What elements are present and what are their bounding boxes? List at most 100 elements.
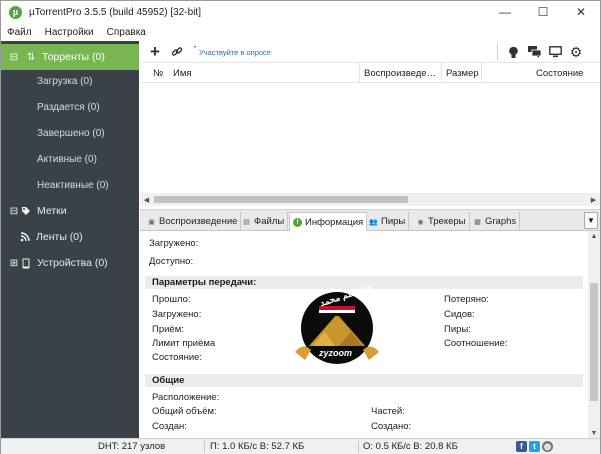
sidebar-item-devices[interactable]: ⊞ Устройства (0) <box>1 250 139 276</box>
sidebar-item-active[interactable]: Активные (0) <box>37 151 97 167</box>
tab-playback[interactable]: ▣ Воспроизведение <box>144 212 242 231</box>
tab-label: Файлы <box>254 216 285 227</box>
collapse-icon[interactable]: ⊟ <box>8 51 20 63</box>
tab-peers[interactable]: 👥 Пиры <box>366 212 410 231</box>
sidebar-item-feeds[interactable]: Ленты (0) <box>1 224 139 250</box>
scroll-down-icon[interactable]: ▼ <box>588 428 600 438</box>
state-label: Состояние: <box>152 352 203 363</box>
graph-icon: ▦ <box>474 218 481 226</box>
dht-status: DHT: 217 узлов <box>98 441 166 452</box>
sidebar-item-seeding[interactable]: Раздается (0) <box>37 99 100 115</box>
scroll-up-icon[interactable]: ▲ <box>588 231 600 241</box>
available-label: Доступно: <box>149 256 194 267</box>
status-bar: DHT: 217 узлов П: 1.0 КБ/с В: 52.7 КБ О:… <box>1 438 600 454</box>
sidebar-item-inactive[interactable]: Неактивные (0) <box>37 177 109 193</box>
device-icon <box>20 257 32 269</box>
torrent-list[interactable] <box>140 83 600 193</box>
sidebar: ⊟ ⇅ Торренты (0) Загрузка (0) Раздается … <box>1 41 139 438</box>
tag-icon <box>20 205 32 217</box>
minimize-button[interactable]: — <box>486 1 524 23</box>
tab-label: Пиры <box>381 216 406 227</box>
uploaded-label: Загружено: <box>152 309 202 320</box>
bulb-icon[interactable] <box>504 44 522 60</box>
sidebar-item-label: Торренты (0) <box>42 51 105 63</box>
maximize-button[interactable]: ☐ <box>524 1 562 23</box>
tabs-overflow-button[interactable]: ▼ <box>584 212 598 229</box>
globe-icon[interactable]: ◍ <box>542 441 553 452</box>
zyzoom-watermark-logo: هانو علم محمد zyzoom <box>289 282 385 376</box>
sidebar-item-label: Устройства (0) <box>37 257 108 269</box>
files-icon: ▤ <box>243 218 250 226</box>
scroll-right-icon[interactable]: ▶ <box>587 193 600 206</box>
download-limit-label: Лимит приёма <box>152 338 216 349</box>
elapsed-label: Прошло: <box>152 294 191 305</box>
menu-bar: Файл Настройки Справка <box>1 23 600 41</box>
ratio-label: Соотношение: <box>444 338 508 349</box>
tab-graphs[interactable]: ▦ Graphs <box>470 212 521 231</box>
window-controls: — ☐ ✕ <box>486 1 600 23</box>
column-status[interactable]: Состояние <box>532 63 600 83</box>
collapse-icon[interactable]: ⊞ <box>8 257 20 269</box>
torrent-list-header: № Имя Воспроизведе… Размер Состояние <box>140 63 600 83</box>
wasted-label: Потеряно: <box>444 294 489 305</box>
total-size-label: Общий объём: <box>152 406 217 417</box>
survey-link[interactable]: Участвуйте в опросе <box>199 48 271 57</box>
rss-icon <box>19 231 31 243</box>
info-icon: ! <box>293 218 302 227</box>
collapse-icon[interactable]: ⊟ <box>8 205 20 217</box>
column-size[interactable]: Размер <box>442 63 482 83</box>
detail-tabs: ▣ Воспроизведение ▤ Файлы ! Информация 👥… <box>140 209 600 232</box>
tab-label: Graphs <box>485 216 517 227</box>
twitter-icon[interactable]: t <box>529 441 540 452</box>
close-button[interactable]: ✕ <box>562 1 600 23</box>
created-by-label: Создано: <box>371 421 412 432</box>
monitor-icon[interactable] <box>546 44 564 60</box>
location-label: Расположение: <box>152 392 220 403</box>
tab-trackers[interactable]: ◉ Трекеры <box>413 212 470 231</box>
sidebar-item-torrents[interactable]: ⊟ ⇅ Торренты (0) <box>1 44 139 70</box>
sidebar-item-downloading[interactable]: Загрузка (0) <box>37 73 92 89</box>
sidebar-item-label: Метки <box>37 205 67 217</box>
play-icon: ▣ <box>148 218 155 226</box>
menu-settings[interactable]: Настройки <box>39 27 101 38</box>
chat-icon[interactable] <box>525 44 543 60</box>
sidebar-item-label: Ленты (0) <box>36 231 83 243</box>
tab-label: Трекеры <box>428 216 466 227</box>
created-on-label: Создан: <box>152 421 187 432</box>
gear-icon[interactable]: ⚙ <box>567 44 585 60</box>
menu-file[interactable]: Файл <box>1 27 39 38</box>
watermark-text: zyzoom <box>319 348 353 358</box>
link-icon[interactable] <box>168 44 186 60</box>
toolbar: + ” Участвуйте в опросе ⚙ <box>140 41 600 63</box>
scroll-left-icon[interactable]: ◀ <box>140 193 153 206</box>
seeds-label: Сидов: <box>444 309 475 320</box>
pieces-label: Частей: <box>371 406 405 417</box>
plus-icon[interactable]: + <box>146 42 164 61</box>
tab-files[interactable]: ▤ Файлы <box>239 212 289 231</box>
app-window: µ µTorrentPro 3.5.5 (build 45952) [32-bi… <box>0 0 601 454</box>
tab-label: Информация <box>305 217 364 228</box>
peers-icon: 👥 <box>369 218 378 226</box>
menu-help[interactable]: Справка <box>101 27 153 38</box>
sidebar-item-labels[interactable]: ⊟ Метки <box>1 198 139 224</box>
toolbar-separator <box>497 43 498 61</box>
torrent-arrows-icon: ⇅ <box>26 51 36 63</box>
column-name[interactable]: Имя <box>169 63 360 83</box>
vertical-scrollbar[interactable]: ▲ ▼ <box>588 231 600 438</box>
scrollbar-thumb[interactable] <box>590 283 598 401</box>
status-separator <box>204 441 205 453</box>
column-playback[interactable]: Воспроизведе… <box>360 63 442 83</box>
upload-status: О: 0.5 КБ/с В: 20.8 КБ <box>363 441 458 452</box>
sidebar-item-completed[interactable]: Завершено (0) <box>37 125 105 141</box>
utorrent-logo-icon: µ <box>9 5 22 19</box>
scrollbar-thumb[interactable] <box>154 196 408 203</box>
download-status: П: 1.0 КБ/с В: 52.7 КБ <box>210 441 305 452</box>
tracker-icon: ◉ <box>417 218 424 226</box>
peers-label: Пиры: <box>444 324 471 335</box>
title-bar: µ µTorrentPro 3.5.5 (build 45952) [32-bi… <box>1 1 600 23</box>
tab-info[interactable]: ! Информация <box>289 212 368 232</box>
window-title: µTorrentPro 3.5.5 (build 45952) [32-bit] <box>29 6 201 18</box>
download-speed-label: Приём: <box>152 324 184 335</box>
horizontal-scrollbar[interactable]: ◀ ▶ <box>140 193 600 206</box>
facebook-icon[interactable]: f <box>516 441 527 452</box>
